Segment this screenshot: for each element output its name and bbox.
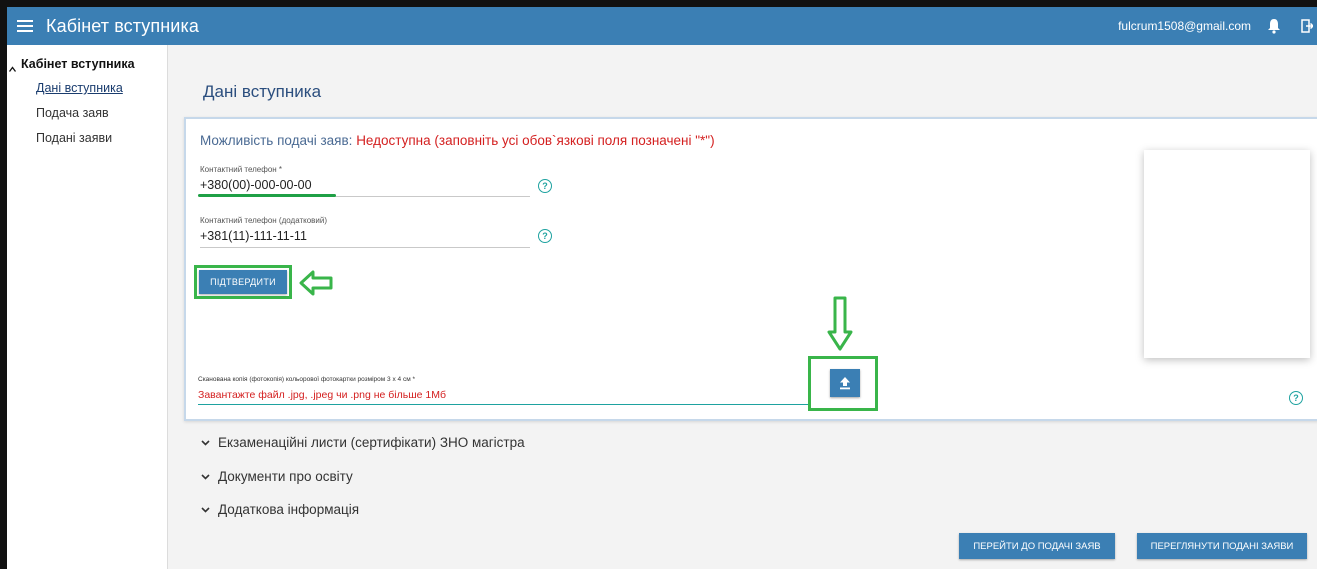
view-applications-button[interactable]: ПЕРЕГЛЯНУТИ ПОДАНІ ЗАЯВИ xyxy=(1137,533,1307,559)
sidebar-section-title[interactable]: Кабінет вступника xyxy=(7,57,135,72)
availability-label: Можливість подачі заяв: xyxy=(200,133,353,148)
help-icon[interactable]: ? xyxy=(538,229,552,243)
menu-icon[interactable] xyxy=(17,20,33,32)
phone-label: Контактний телефон * xyxy=(200,165,283,174)
photo-hint: Завантажте файл .jpg, .jpeg чи .png не б… xyxy=(198,389,447,401)
go-to-apply-button[interactable]: ПЕРЕЙТИ ДО ПОДАЧІ ЗАЯВ xyxy=(959,533,1115,559)
confirm-button[interactable]: ПІДТВЕРДИТИ xyxy=(199,270,287,294)
upload-button[interactable] xyxy=(830,369,860,397)
accordion-label: Документи про освіту xyxy=(218,469,353,484)
phone-highlight-underline xyxy=(198,194,336,197)
chevron-down-icon xyxy=(201,506,210,513)
top-app-bar: Кабінет вступника fulcrum1508@gmail.com xyxy=(7,7,1317,45)
sidebar-item-applicant-data[interactable]: Дані вступника xyxy=(36,81,123,95)
upload-icon xyxy=(840,377,850,390)
sidebar: Кабінет вступника Дані вступника Подача … xyxy=(7,45,168,569)
sidebar-item-submitted-applications[interactable]: Подані заяви xyxy=(36,131,112,145)
logout-icon[interactable] xyxy=(1301,19,1315,33)
availability-status: Можливість подачі заяв: Недоступна (запо… xyxy=(200,133,715,148)
phone-value: +380(00)-000-00-00 xyxy=(200,178,312,192)
chevron-down-icon xyxy=(201,439,210,446)
accordion-education-documents[interactable]: Документи про освіту xyxy=(201,469,353,484)
bell-icon[interactable] xyxy=(1267,18,1281,34)
phone-extra-label: Контактний телефон (додатковий) xyxy=(200,216,328,225)
upload-button-highlight xyxy=(808,356,878,411)
page-title: Дані вступника xyxy=(203,82,322,101)
accordion-exam-sheets[interactable]: Екзаменаційні листи (сертифікати) ЗНО ма… xyxy=(201,435,525,450)
availability-value: Недоступна (заповніть усі обов`язкові по… xyxy=(356,133,715,148)
accordion-additional-info[interactable]: Додаткова інформація xyxy=(201,502,359,517)
phone-extra-field[interactable]: +381(11)-111-11-11 xyxy=(200,227,530,248)
photo-preview xyxy=(1144,150,1310,358)
sidebar-item-submit-applications[interactable]: Подача заяв xyxy=(36,106,109,120)
annotation-arrow-left-icon xyxy=(299,270,333,296)
accordion-label: Екзаменаційні листи (сертифікати) ЗНО ма… xyxy=(218,435,525,450)
photo-label: Сканована копія (фотокопія) кольорової ф… xyxy=(198,376,416,383)
app-title: Кабінет вступника xyxy=(46,15,199,36)
main-content: Дані вступника Можливість подачі заяв: Н… xyxy=(168,45,1317,569)
sidebar-section-label: Кабінет вступника xyxy=(21,57,135,71)
photo-file-field[interactable]: Завантажте файл .jpg, .jpeg чи .png не б… xyxy=(198,386,810,405)
caret-up-icon xyxy=(8,62,17,72)
confirm-button-highlight: ПІДТВЕРДИТИ xyxy=(194,265,292,299)
accordion-label: Додаткова інформація xyxy=(218,502,360,517)
top-bar-right: fulcrum1508@gmail.com xyxy=(1118,7,1317,45)
annotation-arrow-down-icon xyxy=(827,296,853,351)
help-icon[interactable]: ? xyxy=(538,179,552,193)
user-email[interactable]: fulcrum1508@gmail.com xyxy=(1118,19,1251,33)
help-icon[interactable]: ? xyxy=(1289,391,1303,405)
applicant-data-card: Можливість подачі заяв: Недоступна (запо… xyxy=(184,117,1317,421)
screen-frame-top xyxy=(0,0,1317,7)
chevron-down-icon xyxy=(201,473,210,480)
screen-frame-left xyxy=(0,0,7,569)
phone-extra-value: +381(11)-111-11-11 xyxy=(200,229,307,243)
